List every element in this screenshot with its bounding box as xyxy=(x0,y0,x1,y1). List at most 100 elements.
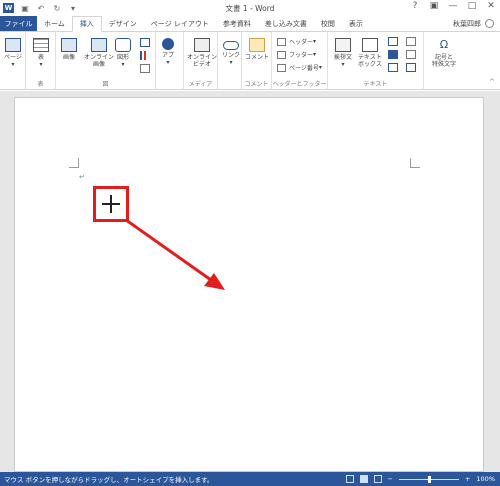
shapes-button[interactable]: 図形 ▾ xyxy=(115,38,131,68)
customize-icon[interactable]: ▾ xyxy=(68,4,78,13)
date-time-icon[interactable] xyxy=(406,50,416,59)
page-number-button[interactable]: ページ番号 ▾ xyxy=(277,63,322,72)
zoom-slider[interactable] xyxy=(398,475,459,483)
tab-review[interactable]: 校閲 xyxy=(314,16,342,31)
undo-icon[interactable]: ↶ xyxy=(36,4,46,13)
ribbon-insert: ページ ▾ 表 ▾ 表 画像 オンライン 画像 図形 ▾ 図 アプ ▾ オンライ… xyxy=(0,32,500,90)
screenshot-icon[interactable] xyxy=(140,64,150,73)
tab-view[interactable]: 表示 xyxy=(342,16,370,31)
user-name: 秋葉四郎 xyxy=(453,19,481,28)
online-image-button[interactable]: オンライン 画像 xyxy=(84,38,114,68)
tab-references[interactable]: 参考資料 xyxy=(216,16,258,31)
image-icon xyxy=(61,38,77,52)
print-layout-icon[interactable] xyxy=(359,475,368,483)
tab-page-layout[interactable]: ページ レイアウト xyxy=(144,16,216,31)
table-icon xyxy=(33,38,49,52)
close-icon[interactable]: ✕ xyxy=(486,1,496,11)
shapes-icon xyxy=(115,38,131,52)
apps-button[interactable]: アプ ▾ xyxy=(162,38,174,66)
header-footer-group: ヘッダー ▾ フッター ▾ ページ番号 ▾ ヘッダーとフッター xyxy=(272,32,328,90)
minimize-icon[interactable]: — xyxy=(448,1,458,11)
read-mode-icon[interactable] xyxy=(345,475,354,483)
page-number-icon xyxy=(277,63,286,72)
chart-icon[interactable] xyxy=(140,51,150,60)
drop-cap-icon[interactable] xyxy=(388,63,398,72)
symbols-group: Ω 記号と 特殊文字 xyxy=(424,32,470,90)
document-page[interactable]: ↵ xyxy=(14,97,484,472)
crosshair-vertical-icon xyxy=(110,195,112,213)
word-logo-icon: W xyxy=(3,3,14,13)
ribbon-tabs: ファイル ホーム 挿入 デザイン ページ レイアウト 参考資料 差し込み文書 校… xyxy=(0,16,500,32)
figure-group-label: 図 xyxy=(102,81,109,88)
zoom-slider-thumb[interactable] xyxy=(427,475,431,483)
text-group: 挨拶文 ▾ テキスト ボックス テキスト xyxy=(328,32,424,90)
comment-group: コメント コメント xyxy=(242,32,272,90)
omega-icon: Ω xyxy=(439,38,449,51)
table-group: 表 ▾ 表 xyxy=(26,32,56,90)
window-controls: ? ▣ — □ ✕ xyxy=(410,1,496,11)
collapse-ribbon-icon[interactable]: ^ xyxy=(489,78,495,86)
crosshair-cursor-callout xyxy=(93,186,129,222)
online-image-icon xyxy=(91,38,107,52)
tab-home[interactable]: ホーム xyxy=(37,16,72,31)
image-button[interactable]: 画像 xyxy=(61,38,77,61)
paragraph-mark: ↵ xyxy=(79,173,85,181)
smartart-icon[interactable] xyxy=(140,38,150,47)
quick-access-toolbar: ▣ ↶ ↻ ▾ xyxy=(20,4,78,13)
page-button[interactable]: ページ ▾ xyxy=(4,38,22,68)
media-group: オンライン ビデオ メディア xyxy=(184,32,218,90)
maximize-icon[interactable]: □ xyxy=(467,1,477,11)
zoom-out-icon[interactable]: − xyxy=(388,475,393,483)
text-group-label: テキスト xyxy=(363,81,388,88)
comment-button[interactable]: コメント xyxy=(245,38,269,61)
help-icon[interactable]: ? xyxy=(410,1,420,11)
document-canvas: ↵ xyxy=(0,91,500,472)
greeting-icon xyxy=(335,38,351,52)
online-video-button[interactable]: オンライン ビデオ xyxy=(187,38,217,68)
zoom-level[interactable]: 100% xyxy=(476,475,495,483)
symbol-button[interactable]: Ω 記号と 特殊文字 xyxy=(432,38,456,68)
object-icon[interactable] xyxy=(406,63,416,72)
footer-icon xyxy=(277,50,286,59)
feedback-smile-icon[interactable] xyxy=(485,19,494,28)
header-footer-group-label: ヘッダーとフッター xyxy=(272,81,327,88)
header-button[interactable]: ヘッダー ▾ xyxy=(277,37,316,46)
drag-direction-arrow-icon xyxy=(125,218,225,290)
textbox-button[interactable]: テキスト ボックス xyxy=(358,38,382,68)
link-icon xyxy=(223,41,239,50)
wordart-icon[interactable] xyxy=(388,50,398,59)
web-layout-icon[interactable] xyxy=(373,475,382,483)
table-group-label: 表 xyxy=(37,81,44,88)
save-icon[interactable]: ▣ xyxy=(20,4,30,13)
media-group-label: メディア xyxy=(188,81,213,88)
quick-parts-icon[interactable] xyxy=(388,37,398,46)
header-icon xyxy=(277,37,286,46)
links-group: リンク ▾ xyxy=(218,32,242,90)
tab-insert[interactable]: 挿入 xyxy=(71,16,102,32)
footer-button[interactable]: フッター ▾ xyxy=(277,50,316,59)
page-icon xyxy=(4,38,21,52)
status-bar: マウス ボタンを押しながらドラッグし、オートシェイプを挿入します。 − + 10… xyxy=(0,472,500,486)
status-message: マウス ボタンを押しながらドラッグし、オートシェイプを挿入します。 xyxy=(4,476,214,484)
tab-file[interactable]: ファイル xyxy=(0,16,37,31)
pages-group: ページ ▾ xyxy=(0,32,26,90)
apps-group: アプ ▾ xyxy=(156,32,184,90)
tab-design[interactable]: デザイン xyxy=(102,16,144,31)
margin-corner-top-left xyxy=(69,158,79,168)
ribbon-display-icon[interactable]: ▣ xyxy=(429,1,439,11)
user-account[interactable]: 秋葉四郎 xyxy=(453,16,500,31)
apps-icon xyxy=(162,38,174,50)
tab-mailings[interactable]: 差し込み文書 xyxy=(258,16,314,31)
redo-icon[interactable]: ↻ xyxy=(52,4,62,13)
margin-corner-top-right xyxy=(410,158,420,168)
comment-icon xyxy=(249,38,265,52)
comment-group-label: コメント xyxy=(244,81,269,88)
video-icon xyxy=(194,38,210,52)
status-bar-right: − + 100% xyxy=(345,475,500,483)
signature-line-icon[interactable] xyxy=(406,37,416,46)
zoom-in-icon[interactable]: + xyxy=(465,475,470,483)
table-button[interactable]: 表 ▾ xyxy=(33,38,49,68)
textbox-icon xyxy=(361,38,378,52)
greeting-button[interactable]: 挨拶文 ▾ xyxy=(334,38,352,68)
link-button[interactable]: リンク ▾ xyxy=(222,38,240,66)
